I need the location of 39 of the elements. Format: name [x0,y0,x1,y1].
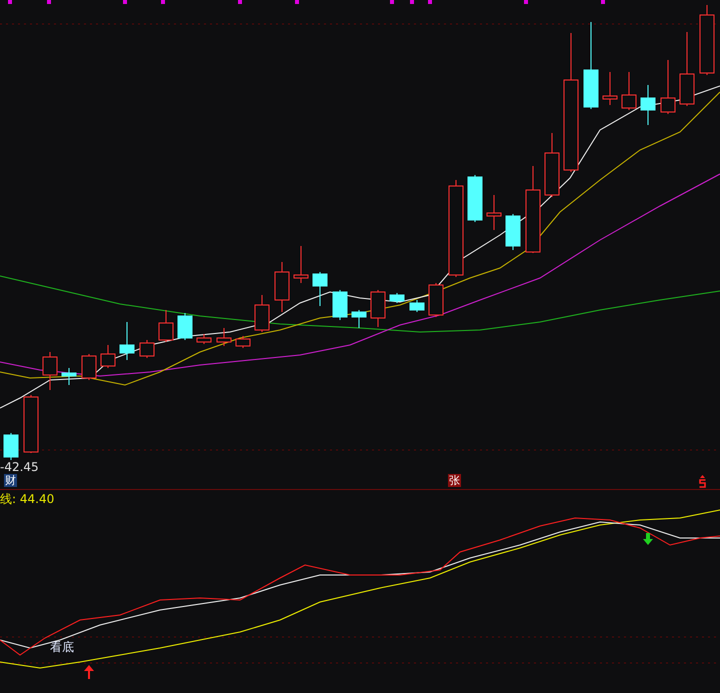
candlestick [294,246,308,284]
candlestick [312,272,328,306]
candlestick [468,174,482,222]
marker-badge: 财 [4,474,17,487]
candlestick [660,60,676,114]
candlestick [120,322,134,360]
candlestick [602,72,618,106]
candlestick [4,432,18,460]
candlestick [140,340,154,358]
down-arrow-icon [643,533,653,545]
candlestick [254,294,270,332]
indicator-value-label: 线: 44.40 [0,492,54,506]
candlestick [622,72,636,110]
candlestick [370,290,386,328]
candlestick [100,344,116,368]
candlestick [274,262,290,312]
candlestick [236,336,250,348]
candlestick [82,354,96,380]
candlestick [196,334,212,344]
candlestick [506,214,520,250]
marker-badge: 张 [448,474,461,487]
up-arrow-icon [84,665,94,679]
candlestick [352,310,366,328]
candlestick [332,290,348,320]
candlestick [158,310,174,342]
candlestick [486,194,502,230]
candlestick [428,282,444,318]
candlestick [24,394,38,454]
candlestick [390,292,404,304]
candlestick [42,352,58,390]
candlestick [178,312,192,340]
candlestick [410,300,424,312]
candlestick [216,328,232,346]
signal-label: 看底 [50,640,74,654]
candlestick [62,368,76,386]
price-label: -42.45 [0,460,39,474]
candlestick [640,84,656,126]
candlestick [700,4,714,76]
candlestick [544,132,560,198]
